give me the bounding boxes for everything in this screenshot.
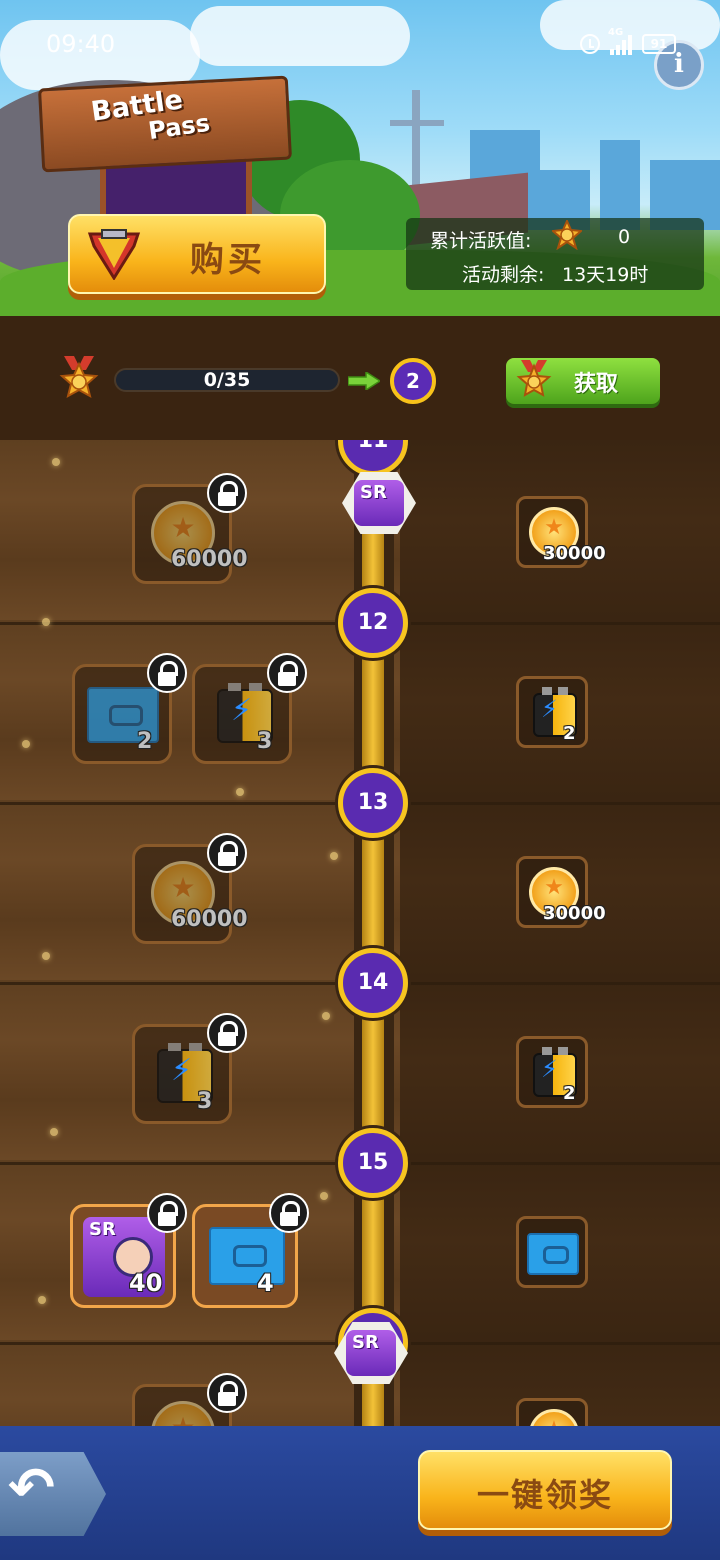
- reward-qty: 2: [563, 1083, 576, 1104]
- back-arrow-icon: ↶: [8, 1456, 55, 1521]
- tier-node-11: 11: [338, 440, 408, 476]
- premium-reward-coin[interactable]: 60000: [132, 833, 248, 944]
- buy-button[interactable]: 购买: [68, 214, 326, 294]
- logo-line-2: Pass: [146, 108, 212, 146]
- network-type: 4G: [608, 27, 624, 38]
- arrow-right-icon: [348, 372, 380, 390]
- sr-label: SR: [89, 1219, 116, 1240]
- battery-icon: 91: [642, 34, 676, 54]
- sparkle: [320, 1192, 328, 1200]
- get-button-label: 获取: [574, 372, 619, 397]
- progress-band: 0/35 2 获取: [0, 316, 720, 440]
- bolt-icon: ⚡: [541, 1055, 558, 1083]
- sr-label: SR: [352, 1332, 379, 1353]
- activity-value: 0: [618, 226, 631, 248]
- activity-medal-icon: [516, 360, 552, 397]
- sparkle: [22, 740, 30, 748]
- free-reward-battery[interactable]: ⚡ 2: [516, 676, 588, 748]
- sparkle: [236, 788, 244, 796]
- reward-qty: 2: [137, 729, 153, 754]
- ticket-icon: [527, 1233, 579, 1275]
- activity-medal-icon: [552, 220, 582, 250]
- tier-node-12: 12: [338, 588, 408, 658]
- sparkle: [330, 852, 338, 860]
- premium-reward-sr-hero[interactable]: SR 40: [70, 1193, 187, 1308]
- bottom-bar: ↶ 一键领奖: [0, 1426, 720, 1560]
- status-bar: 09:40 4G 91: [0, 0, 720, 64]
- sparkle: [322, 1012, 330, 1020]
- reward-qty: 4: [257, 1269, 274, 1297]
- free-reward-coin[interactable]: 30000: [516, 496, 606, 568]
- reward-qty: 40: [129, 1269, 163, 1297]
- premium-reward-ticket[interactable]: 2: [72, 653, 187, 764]
- free-reward-ticket[interactable]: [516, 1216, 588, 1288]
- premium-reward-coin[interactable]: 60000: [132, 473, 248, 584]
- tier-node-15: 15: [338, 1128, 408, 1198]
- lock-icon: [269, 1193, 309, 1233]
- activity-medal-icon: [59, 356, 99, 398]
- coin-icon: [151, 1401, 215, 1426]
- reward-qty: 60000: [171, 547, 248, 572]
- free-reward-coin[interactable]: 30000: [516, 856, 606, 928]
- get-activity-button[interactable]: 获取: [506, 358, 660, 404]
- claim-all-label: 一键领奖: [476, 1476, 613, 1514]
- lock-icon: [207, 473, 247, 513]
- status-icons: 4G 91: [580, 27, 676, 58]
- progress-text: 0/35: [203, 369, 251, 391]
- sr-label: SR: [360, 482, 387, 503]
- buy-button-label: 购买: [190, 240, 266, 280]
- lock-icon: [267, 653, 307, 693]
- tier-node-13: 13: [338, 768, 408, 838]
- premium-reward-coin[interactable]: [132, 1373, 247, 1426]
- reward-track[interactable]: 11 SR 60000 30000 12 2 ⚡ 3 ⚡ 2 13 60000 …: [0, 440, 720, 1426]
- activity-label: 累计活跃值:: [430, 230, 532, 252]
- reward-qty: 3: [257, 729, 273, 754]
- reward-qty: 60000: [171, 907, 248, 932]
- lock-icon: [147, 1193, 187, 1233]
- status-time: 09:40: [46, 30, 116, 58]
- alarm-icon: [580, 34, 600, 54]
- sparkle: [42, 952, 50, 960]
- tier-node-14: 14: [338, 948, 408, 1018]
- reward-qty: 2: [563, 723, 576, 744]
- city-building: [600, 140, 640, 230]
- battle-pass-logo: Battle Pass: [37, 75, 293, 173]
- claim-all-button[interactable]: 一键领奖: [418, 1450, 672, 1530]
- back-button[interactable]: ↶: [0, 1452, 106, 1536]
- remaining-label: 活动剩余:: [462, 264, 545, 286]
- lock-icon: [207, 1013, 247, 1053]
- reward-qty: 30000: [543, 543, 606, 564]
- premium-reward-battery[interactable]: ⚡ 3: [192, 653, 307, 764]
- premium-reward-battery[interactable]: ⚡ 3: [132, 1013, 247, 1124]
- bolt-icon: ⚡: [171, 1053, 193, 1088]
- free-reward-battery[interactable]: ⚡ 2: [516, 1036, 588, 1108]
- next-level-badge: 2: [390, 358, 436, 404]
- crest-icon: [87, 229, 141, 280]
- bolt-icon: ⚡: [231, 693, 253, 728]
- free-reward-coin[interactable]: [516, 1398, 588, 1426]
- coin-icon: [529, 1409, 579, 1426]
- sparkle: [52, 458, 60, 466]
- lock-icon: [207, 833, 247, 873]
- sparkle: [50, 1128, 58, 1136]
- premium-reward-ticket[interactable]: 4: [192, 1193, 309, 1308]
- signal-icon: 4G: [608, 27, 632, 55]
- progress-bar: 0/35: [114, 368, 340, 392]
- sparkle: [38, 1296, 46, 1304]
- remaining-value: 13天19时: [562, 264, 649, 286]
- lock-icon: [147, 653, 187, 693]
- sparkle: [42, 618, 50, 626]
- lock-icon: [207, 1373, 247, 1413]
- activity-stats-panel: 累计活跃值: 0 活动剩余: 13天19时: [406, 218, 704, 290]
- bolt-icon: ⚡: [541, 695, 558, 723]
- reward-qty: 3: [197, 1089, 213, 1114]
- reward-qty: 30000: [543, 903, 606, 924]
- utility-pole-bar: [390, 120, 444, 126]
